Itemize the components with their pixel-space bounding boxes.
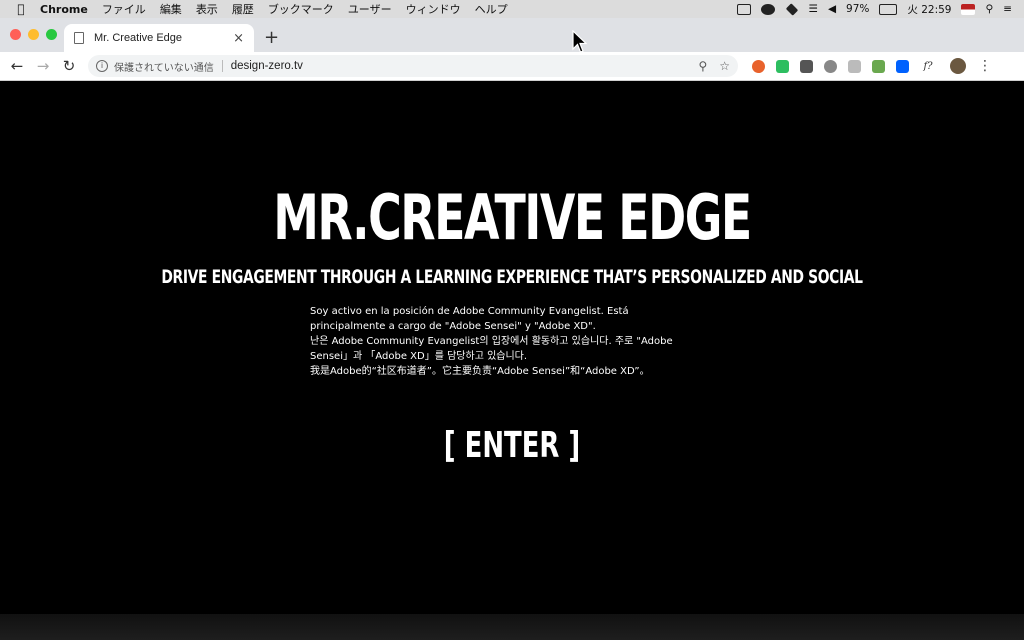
close-tab-icon[interactable]: × <box>233 31 244 46</box>
maximize-window-button[interactable] <box>46 29 57 40</box>
new-tab-button[interactable]: + <box>264 27 279 48</box>
apple-icon[interactable]:  <box>14 2 28 16</box>
volume-icon[interactable]: ◀ <box>828 3 836 15</box>
page-subtitle: DRIVE ENGAGEMENT THROUGH A LEARNING EXPE… <box>161 266 863 288</box>
wifi-icon[interactable]: ☰ <box>809 3 818 15</box>
security-label[interactable]: 保護されていない通信 <box>114 59 214 74</box>
mouse-cursor-icon <box>572 30 588 53</box>
creative-cloud-icon[interactable] <box>760 3 775 15</box>
menu-file[interactable]: ファイル <box>102 1 146 17</box>
enter-button[interactable]: [ ENTER ] <box>143 425 880 466</box>
window-controls <box>10 29 57 40</box>
dropbox-icon[interactable] <box>785 2 798 16</box>
divider <box>221 60 223 72</box>
profile-avatar[interactable] <box>950 58 966 74</box>
macos-menu-bar:  Chrome ファイル 編集 表示 履歴 ブックマーク ユーザー ウィンドウ… <box>0 0 1024 18</box>
menu-app-chrome[interactable]: Chrome <box>40 3 88 16</box>
menu-people[interactable]: ユーザー <box>348 1 392 17</box>
intro-line: Soy activo en la posición de Adobe Commu… <box>310 306 629 317</box>
reload-icon[interactable]: ↻ <box>56 57 82 75</box>
background-image-strip <box>0 614 1024 640</box>
menubar-status-area: ☰ ◀ 97% 火 22:59 ⚲ ≡ <box>736 2 1012 17</box>
menu-help[interactable]: ヘルプ <box>475 1 508 17</box>
menu-bookmarks[interactable]: ブックマーク <box>268 1 334 17</box>
battery-icon[interactable] <box>879 3 898 15</box>
chrome-menu-icon[interactable]: ⋮ <box>978 58 992 74</box>
page-title: MR.CREATIVE EDGE <box>273 181 752 254</box>
notification-center-icon[interactable]: ≡ <box>1003 3 1012 15</box>
spotlight-search-icon[interactable]: ⚲ <box>985 3 993 15</box>
menu-edit[interactable]: 編集 <box>160 1 182 17</box>
extensions-area: f? <box>752 59 936 73</box>
extension-sheet-icon[interactable] <box>872 59 885 73</box>
menu-history[interactable]: 履歴 <box>232 1 254 17</box>
forward-icon[interactable]: → <box>30 57 56 75</box>
minimize-window-button[interactable] <box>28 29 39 40</box>
intro-line: 난은 Adobe Community Evangelist의 입장에서 활동하고… <box>310 336 673 347</box>
page-icon <box>74 32 84 44</box>
intro-line: Sensei」과 「Adobe XD」를 담당하고 있습니다. <box>310 351 528 362</box>
extension-plugin-icon[interactable] <box>800 59 813 73</box>
tab-mr-creative-edge[interactable]: Mr. Creative Edge × <box>64 24 254 52</box>
battery-percent: 97% <box>846 3 870 15</box>
font-finder-icon[interactable]: f? <box>920 60 936 73</box>
evernote-icon[interactable] <box>776 59 789 73</box>
menu-view[interactable]: 表示 <box>196 1 218 17</box>
us-flag-icon[interactable] <box>961 3 976 15</box>
url-text[interactable]: design-zero.tv <box>231 60 303 72</box>
info-icon[interactable]: i <box>96 60 108 72</box>
zoom-icon[interactable]: ⚲ <box>698 59 707 73</box>
back-icon[interactable]: ← <box>4 57 30 75</box>
address-bar[interactable]: i 保護されていない通信 design-zero.tv ⚲ ☆ <box>88 55 738 77</box>
extension-gear-icon[interactable] <box>824 59 837 73</box>
extension-orange-icon[interactable] <box>752 59 765 73</box>
intro-line: principalmente a cargo de "Adobe Sensei"… <box>310 321 596 332</box>
screen-record-icon[interactable] <box>736 3 751 15</box>
intro-text: Soy activo en la posición de Adobe Commu… <box>310 304 690 379</box>
browser-toolbar: ← → ↻ i 保護されていない通信 design-zero.tv ⚲ ☆ f?… <box>0 52 1024 81</box>
clock[interactable]: 火 22:59 <box>907 2 951 17</box>
menu-window[interactable]: ウィンドウ <box>406 1 461 17</box>
intro-line: 我是Adobe的“社区布道者”。它主要负责“Adobe Sensei”和“Ado… <box>310 366 650 377</box>
bookmark-star-icon[interactable]: ☆ <box>719 59 730 73</box>
extension-cloud-icon[interactable] <box>848 59 861 73</box>
tab-title: Mr. Creative Edge <box>94 32 183 44</box>
dropbox-extension-icon[interactable] <box>896 59 909 73</box>
close-window-button[interactable] <box>10 29 21 40</box>
web-page-content: MR.CREATIVE EDGE DRIVE ENGAGEMENT THROUG… <box>0 82 1024 640</box>
tab-strip: Mr. Creative Edge × + <box>0 18 1024 52</box>
